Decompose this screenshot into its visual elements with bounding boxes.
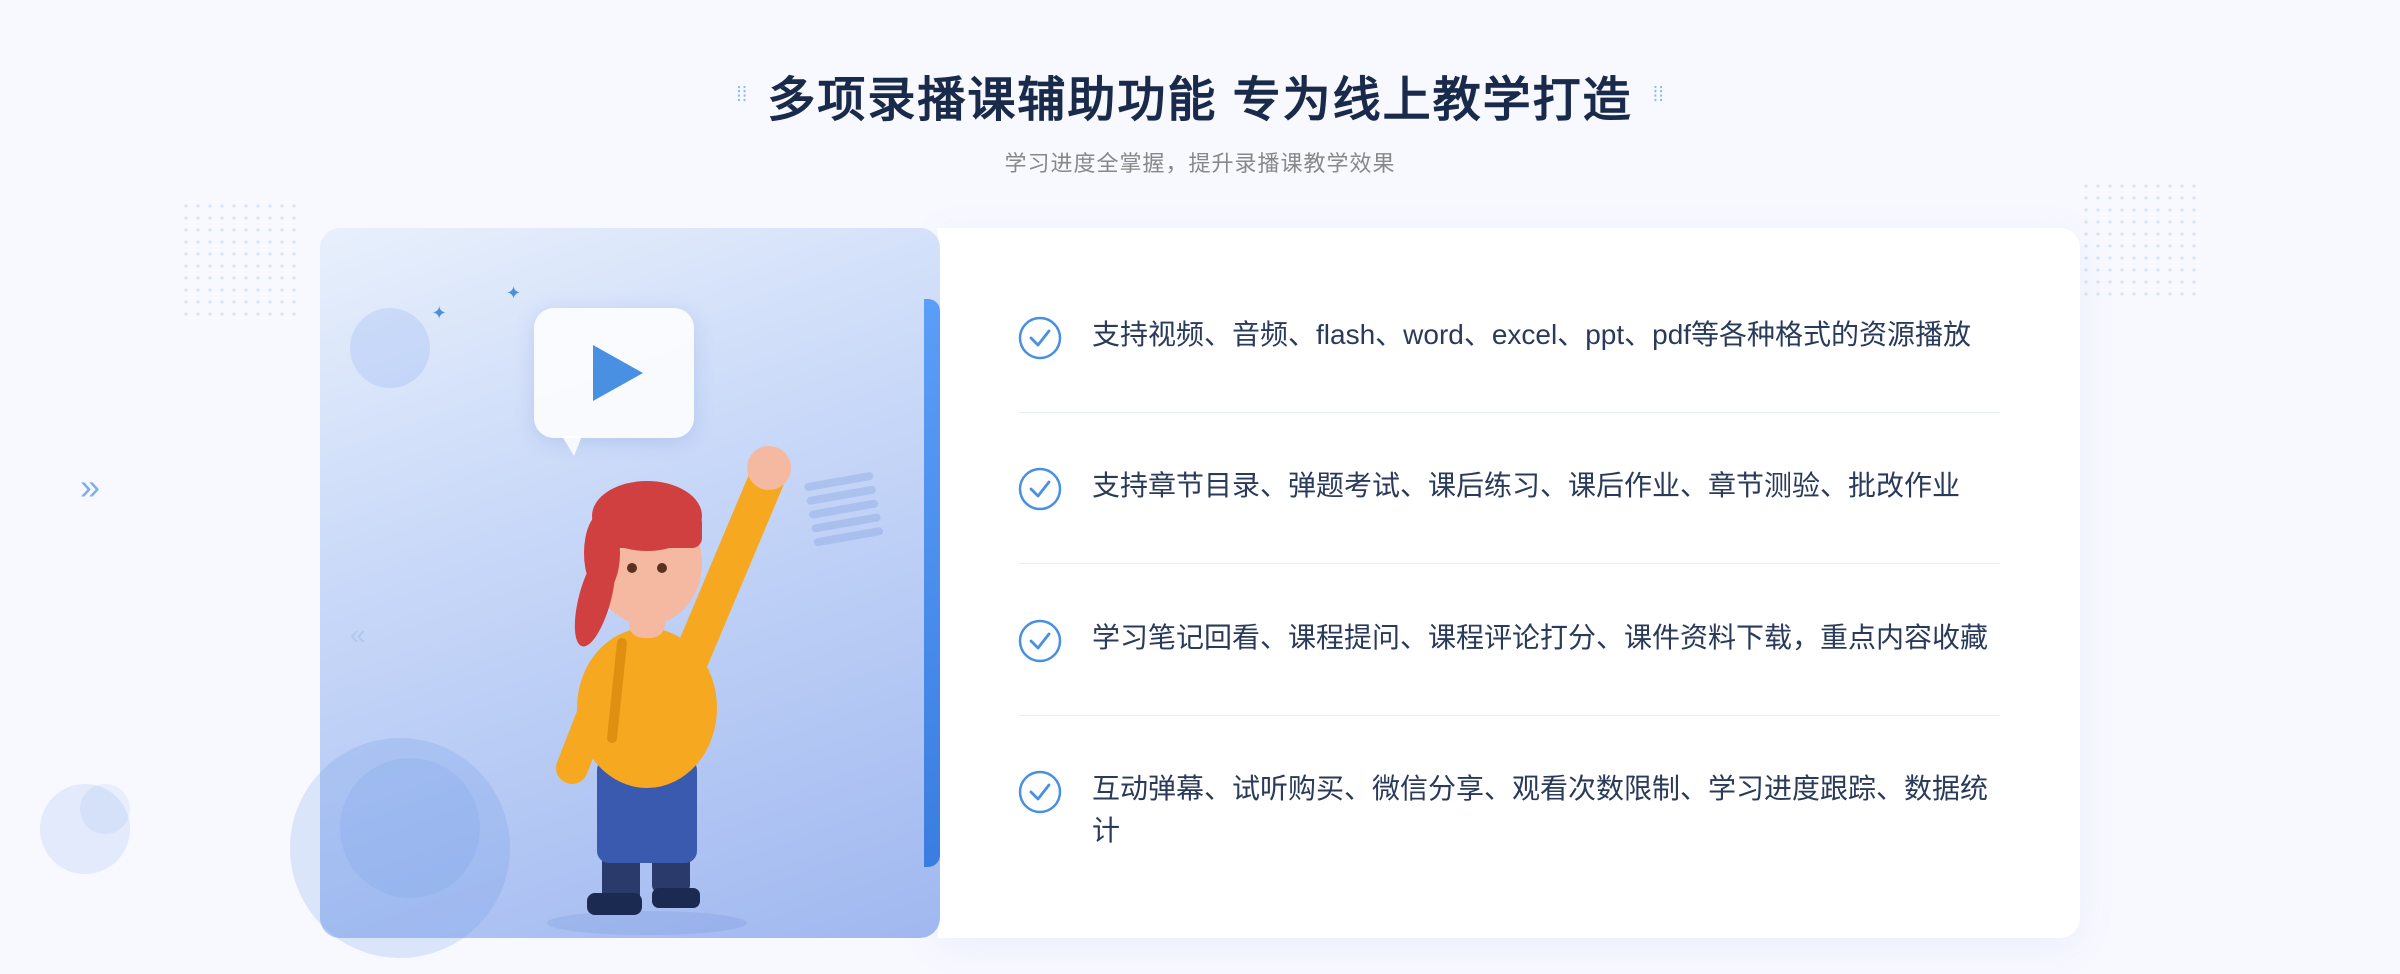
blue-vertical-bar	[924, 299, 940, 867]
title-row: ⁞⁞ 多项录播课辅助功能 专为线上教学打造 ⁞⁞	[736, 60, 1664, 130]
decorative-circle-medium	[340, 758, 480, 898]
right-features-panel: 支持视频、音频、flash、word、excel、ppt、pdf等各种格式的资源…	[938, 228, 2080, 938]
page-subtitle: 学习进度全掌握，提升录播课教学效果	[736, 146, 1664, 178]
sparkle-icon-1: ✦	[506, 283, 521, 304]
sparkle-icon-2: ✦	[432, 303, 447, 324]
check-icon-2	[1018, 467, 1062, 511]
page-container: » ⁞⁞ 多项录播课辅助功能 专为线上教学打造 ⁞⁞ 学习进度全掌握，提升录播课…	[0, 0, 2400, 974]
check-icon-3	[1018, 619, 1062, 663]
bg-circle-bottom-left2	[80, 784, 130, 834]
header-dots-left-icon: ⁞⁞	[736, 84, 747, 107]
feature-text-1: 支持视频、音频、flash、word、excel、ppt、pdf等各种格式的资源…	[1092, 314, 1971, 356]
feature-item-2: 支持章节目录、弹题考试、课后练习、课后作业、章节测验、批改作业	[1018, 445, 2000, 531]
feature-text-3: 学习笔记回看、课程提问、课程评论打分、课件资料下载，重点内容收藏	[1092, 617, 1988, 659]
bg-dots-right	[2080, 180, 2200, 300]
header-section: ⁞⁞ 多项录播课辅助功能 专为线上教学打造 ⁞⁞ 学习进度全掌握，提升录播课教学…	[736, 60, 1664, 178]
feature-item-1: 支持视频、音频、flash、word、excel、ppt、pdf等各种格式的资源…	[1018, 294, 2000, 380]
feature-text-4: 互动弹幕、试听购买、微信分享、观看次数限制、学习进度跟踪、数据统计	[1092, 768, 2000, 852]
chevron-left-mid-icon: «	[350, 619, 366, 739]
header-dots-right-icon: ⁞⁞	[1653, 84, 1664, 107]
left-illustration-panel: ✦ ✦ «	[320, 228, 940, 938]
bg-dots-left	[180, 200, 300, 320]
decorative-circle-small	[350, 308, 430, 388]
illustration-figure	[477, 378, 817, 938]
main-content: ✦ ✦ «	[320, 228, 2080, 938]
check-icon-4	[1018, 770, 1062, 814]
feature-item-4: 互动弹幕、试听购买、微信分享、观看次数限制、学习进度跟踪、数据统计	[1018, 748, 2000, 872]
check-icon-1	[1018, 316, 1062, 360]
divider-3	[1018, 715, 2000, 716]
divider-2	[1018, 563, 2000, 564]
page-title: 多项录播课辅助功能 专为线上教学打造	[767, 60, 1632, 130]
chevron-left-icon: »	[80, 466, 100, 508]
feature-text-2: 支持章节目录、弹题考试、课后练习、课后作业、章节测验、批改作业	[1092, 465, 1960, 507]
feature-item-3: 学习笔记回看、课程提问、课程评论打分、课件资料下载，重点内容收藏	[1018, 597, 2000, 683]
divider-1	[1018, 412, 2000, 413]
